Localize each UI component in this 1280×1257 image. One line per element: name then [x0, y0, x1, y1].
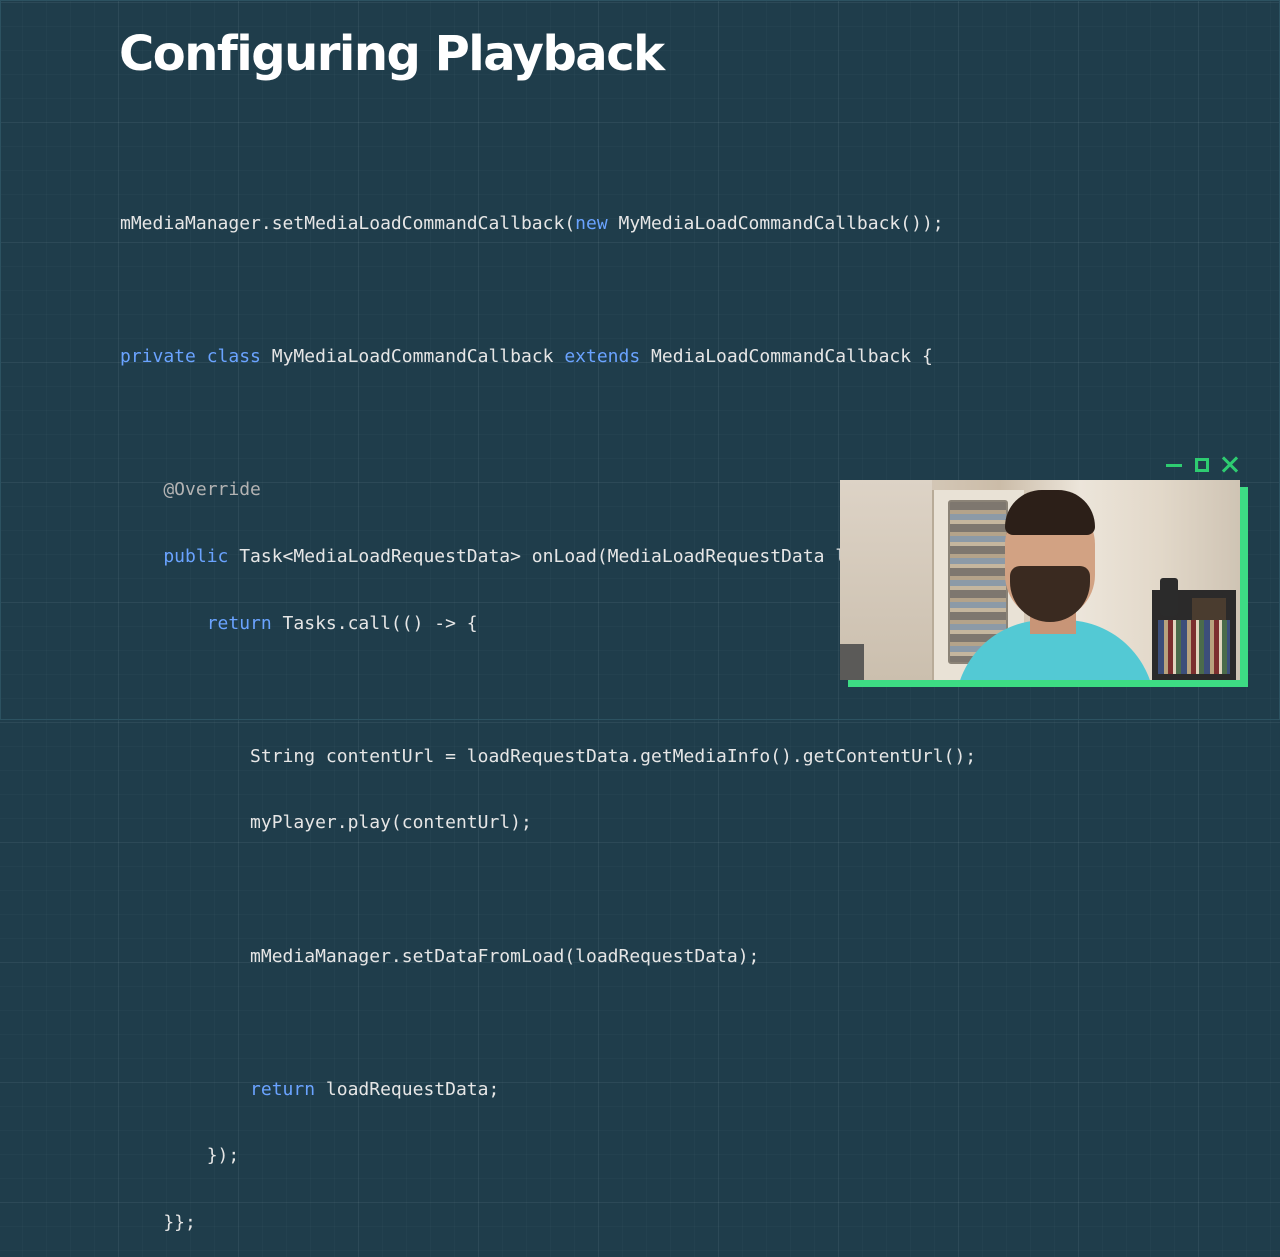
code-line-12: mMediaManager.setDataFromLoad(loadReques…: [120, 945, 1030, 970]
code-token: });: [120, 1145, 240, 1167]
code-token: MyMediaLoadCommandCallback: [260, 346, 565, 368]
code-token: MyMediaLoadCommandCallback());: [607, 213, 944, 234]
code-keyword: return: [250, 1078, 316, 1100]
code-line-9: String contentUrl = loadRequestData.getM…: [120, 745, 1030, 770]
presenter-hair: [1005, 490, 1095, 535]
video-window-controls: [1164, 455, 1240, 475]
code-block: mMediaManager.setMediaLoadCommandCallbac…: [120, 170, 1030, 1257]
code-token: myPlayer.play(contentUrl);: [120, 812, 532, 834]
code-keyword: extends: [564, 346, 641, 368]
slide-title: Configuring Playback: [119, 26, 665, 82]
code-line-14: return loadRequestData;: [120, 1078, 1030, 1103]
close-icon[interactable]: [1220, 455, 1240, 475]
code-line-16: }};: [120, 1211, 1030, 1236]
code-line-10: myPlayer.play(contentUrl);: [120, 811, 1030, 836]
code-line-1: mMediaManager.setMediaLoadCommandCallbac…: [120, 212, 1030, 237]
video-lantern: [1160, 578, 1178, 616]
code-token: mMediaManager.setDataFromLoad(loadReques…: [120, 945, 760, 967]
code-token: String contentUrl = loadRequestData.getM…: [120, 745, 977, 767]
presenter-video[interactable]: [840, 480, 1240, 680]
code-line-3: private class MyMediaLoadCommandCallback…: [120, 345, 1030, 370]
code-token: }};: [120, 1211, 196, 1233]
code-keyword: public: [120, 545, 229, 567]
minimize-icon[interactable]: [1164, 455, 1184, 475]
code-keyword: new: [575, 213, 608, 234]
code-annotation: @Override: [120, 479, 261, 501]
code-token: mMediaManager.setMediaLoadCommandCallbac…: [120, 213, 576, 234]
code-token: Tasks.call(() -> {: [271, 612, 478, 634]
code-line-15: });: [120, 1144, 1030, 1169]
video-box: [1192, 598, 1226, 620]
video-books: [1158, 620, 1230, 674]
video-chair: [840, 644, 864, 680]
code-keyword: private class: [120, 346, 261, 368]
code-token: MediaLoadCommandCallback {: [640, 346, 933, 368]
code-keyword: return: [120, 612, 272, 634]
code-token: loadRequestData;: [315, 1078, 500, 1100]
maximize-icon[interactable]: [1192, 455, 1212, 475]
